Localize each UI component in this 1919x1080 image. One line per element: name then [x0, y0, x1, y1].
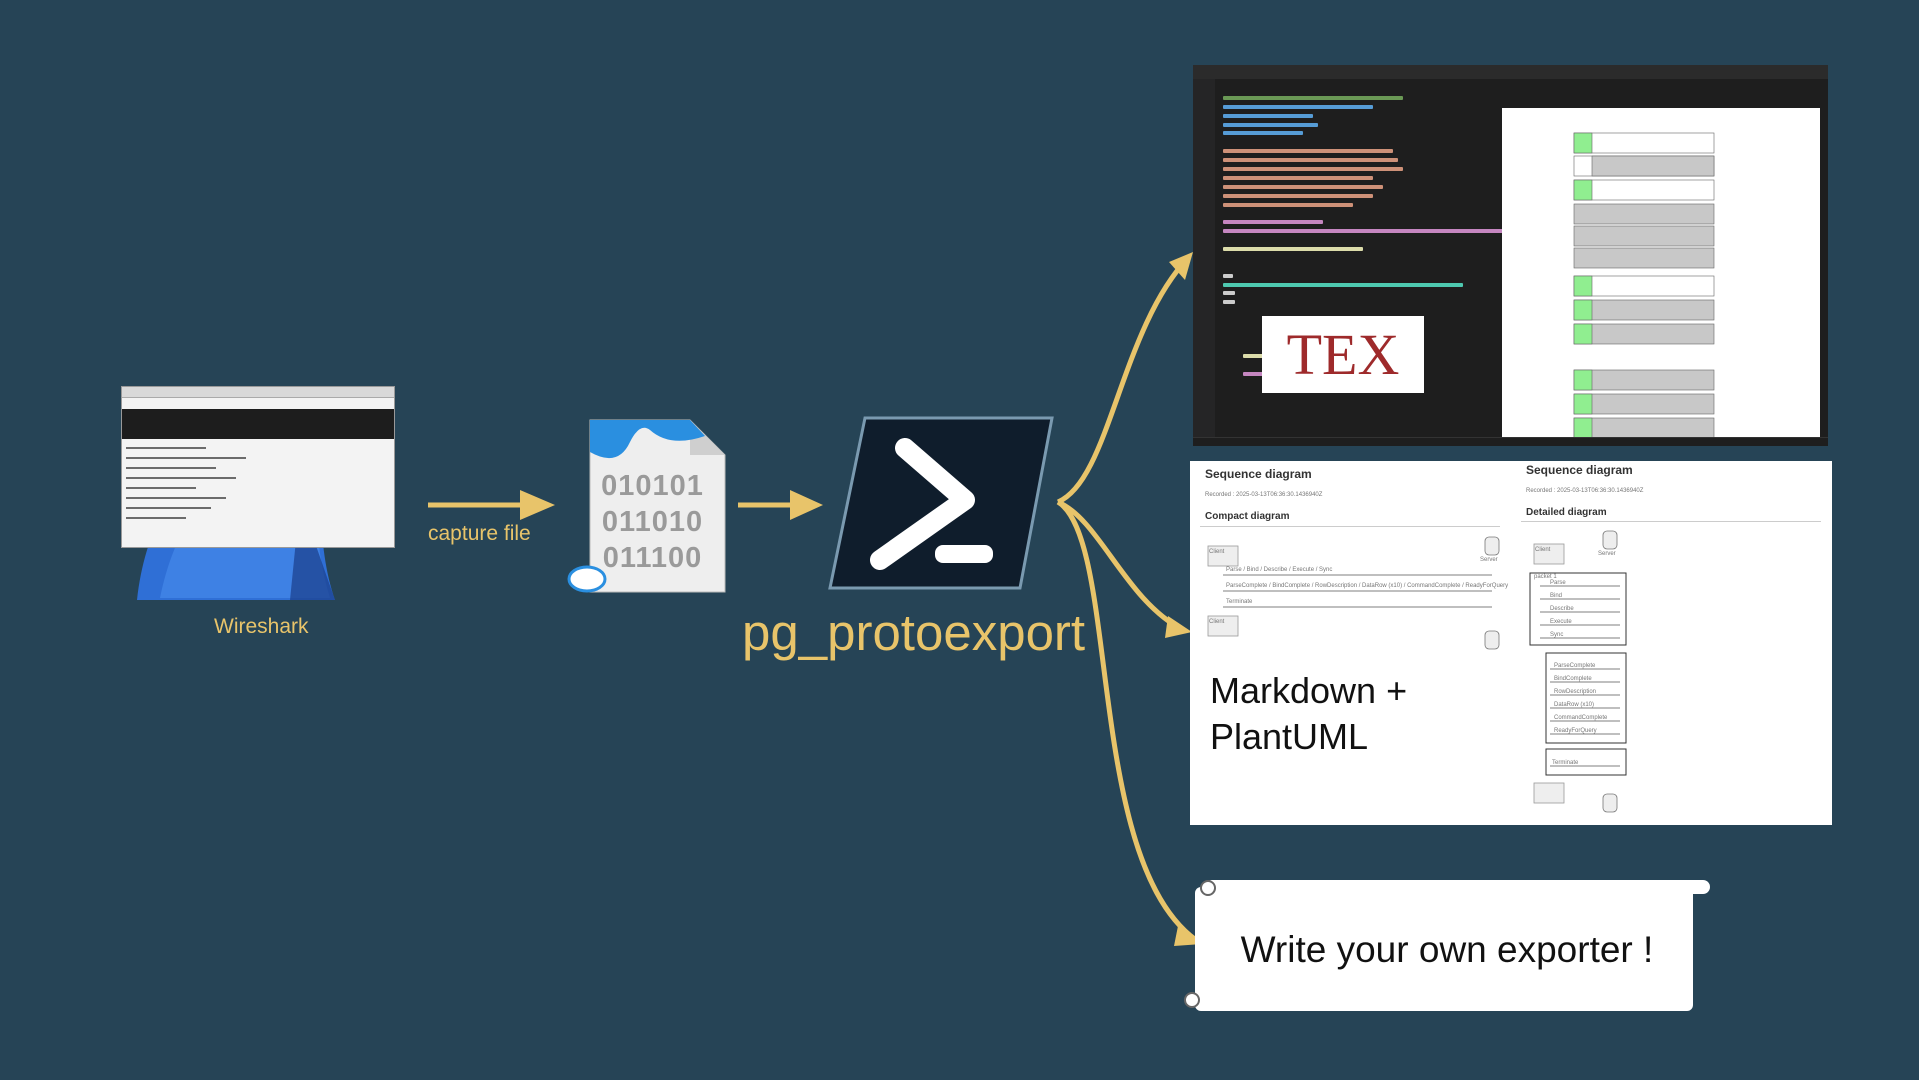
wireshark-screenshot [121, 386, 395, 548]
uml-compact-msg: ParseComplete / BindComplete / RowDescri… [1226, 583, 1509, 589]
uml-detailed-client: Client [1535, 547, 1551, 553]
arrow-to-exporter [1056, 499, 1198, 943]
uml-compact-msg: Terminate [1226, 599, 1253, 605]
capture-file-label: capture file [428, 522, 531, 545]
uml-detailed-msg: Describe [1550, 606, 1574, 612]
tool-name: pg_protoexport [742, 604, 1086, 661]
uml-detailed-reply: BindComplete [1554, 676, 1592, 682]
uml-detailed-msg: Parse [1550, 580, 1566, 586]
uml-detailed-msg: Execute [1550, 619, 1572, 625]
packet-diagram [1573, 132, 1715, 439]
uml-client-bottom: Client [1209, 619, 1225, 625]
markdown-label-line: Markdown + [1210, 670, 1408, 711]
plantuml-label-line: PlantUML [1210, 716, 1369, 757]
arrow-capture-head [520, 490, 555, 520]
file-binary-digits: 010101 011010 011100 [585, 468, 720, 576]
powershell-icon [828, 416, 1054, 590]
uml-diagrams [1207, 530, 1627, 813]
pdf-preview [1502, 108, 1820, 439]
uml-compact-msg: Parse / Bind / Describe / Execute / Sync [1226, 567, 1333, 573]
digit-row: 011010 [601, 506, 704, 538]
arrow-to-tex [1056, 256, 1190, 505]
arrow-to-tool-head [790, 490, 823, 520]
uml-detailed-reply: DataRow (x10) [1554, 702, 1595, 708]
uml-detailed-reply: CommandComplete [1554, 715, 1608, 721]
markdown-plantuml-label: Markdown + PlantUML [1210, 668, 1407, 760]
uml-server-top: Server [1480, 557, 1498, 563]
uml-detailed-reply: ParseComplete [1554, 663, 1596, 669]
own-exporter-label: Write your own exporter ! [1240, 929, 1654, 970]
uml-detailed-msg: Sync [1550, 632, 1564, 638]
tex-logo: TEX [1286, 322, 1400, 387]
digit-row: 010101 [601, 470, 704, 502]
uml-detailed-reply: RowDescription [1554, 689, 1597, 695]
uml-detailed-server: Server [1598, 551, 1616, 557]
uml-client-top: Client [1209, 549, 1225, 555]
arrow-to-plantuml-head [1165, 616, 1192, 638]
uml-terminate: Terminate [1552, 760, 1579, 766]
wireshark-label: Wireshark [214, 615, 309, 638]
plantuml-screenshot: Sequence diagram Recorded : 2025-03-13T0… [1190, 461, 1832, 825]
digit-row: 011100 [602, 542, 703, 574]
uml-detailed-reply: ReadyForQuery [1554, 728, 1597, 734]
uml-detailed-msg: Bind [1550, 593, 1563, 599]
